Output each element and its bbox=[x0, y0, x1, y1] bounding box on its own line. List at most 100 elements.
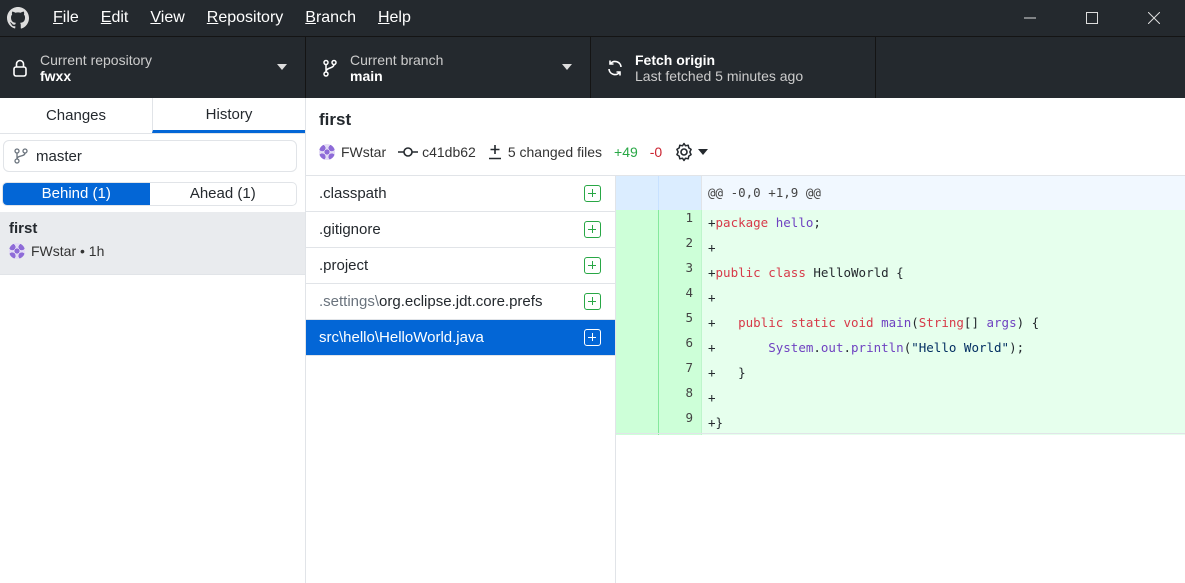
code-token: . bbox=[843, 340, 852, 355]
diff-icon bbox=[488, 144, 502, 160]
chevron-down-icon bbox=[277, 64, 287, 70]
code-token: + bbox=[708, 240, 716, 255]
fetch-origin-button[interactable]: Fetch origin Last fetched 5 minutes ago bbox=[591, 37, 876, 98]
branch-name: main bbox=[350, 67, 383, 84]
line-number[interactable]: 1 bbox=[659, 210, 702, 235]
close-button[interactable] bbox=[1123, 0, 1185, 36]
file-dir: src\hello\ bbox=[319, 329, 380, 346]
code-token: main bbox=[881, 315, 912, 330]
line-number[interactable]: 7 bbox=[659, 360, 702, 385]
sidebar: Changes History master Behind (1) Ahead … bbox=[0, 98, 306, 583]
file-item[interactable]: .project bbox=[306, 248, 615, 284]
diff-line: 7 + } bbox=[616, 360, 1185, 385]
additions-count: +49 bbox=[614, 144, 638, 160]
code-token: System bbox=[768, 340, 814, 355]
line-number[interactable]: 8 bbox=[659, 385, 702, 410]
code-token: String bbox=[918, 315, 964, 330]
maximize-button[interactable] bbox=[1061, 0, 1123, 36]
diff-settings-button[interactable] bbox=[674, 142, 709, 162]
current-repository-button[interactable]: Current repository fwxx bbox=[0, 37, 306, 98]
commit-list-item[interactable]: first FWstar • 1h bbox=[0, 212, 305, 275]
file-name: .gitignore bbox=[319, 221, 381, 238]
chevron-down-icon bbox=[698, 149, 709, 155]
code-token: + bbox=[708, 315, 739, 330]
code-token: out bbox=[820, 340, 844, 355]
commit-title: first bbox=[319, 110, 352, 129]
chevron-down-icon bbox=[562, 64, 572, 70]
file-added-icon bbox=[584, 257, 601, 274]
code-token: + bbox=[708, 290, 716, 305]
title-bar: File Edit View Repository Branch Help bbox=[0, 0, 1185, 36]
avatar bbox=[319, 144, 335, 160]
file-item[interactable]: src\hello\ HelloWorld.java bbox=[306, 320, 615, 356]
line-number[interactable]: 2 bbox=[659, 235, 702, 260]
diff-line: 8 + bbox=[616, 385, 1185, 410]
code-token: [] bbox=[963, 315, 987, 330]
file-item[interactable]: .settings\ org.eclipse.jdt.core.prefs bbox=[306, 284, 615, 320]
diff-line: 5 + public static void main(String[] args… bbox=[616, 310, 1185, 335]
current-branch-button[interactable]: Current branch main bbox=[306, 37, 591, 98]
menu-bar: File Edit View Repository Branch Help bbox=[42, 9, 422, 27]
code-token: ; bbox=[813, 215, 821, 230]
branch-icon bbox=[310, 59, 350, 77]
file-item[interactable]: .classpath bbox=[306, 176, 615, 212]
code-token: void bbox=[843, 315, 874, 330]
avatar bbox=[9, 243, 25, 259]
menu-branch[interactable]: Branch bbox=[305, 9, 356, 27]
hunk-header: @@ -0,0 +1,9 @@ bbox=[616, 176, 1185, 210]
menu-edit[interactable]: Edit bbox=[101, 9, 129, 27]
diff-line: 1 +package hello; bbox=[616, 210, 1185, 235]
menu-view[interactable]: View bbox=[150, 9, 184, 27]
changed-files-list: .classpath .gitignore .project .settings\ or… bbox=[306, 176, 616, 583]
file-name: .project bbox=[319, 257, 369, 274]
line-number[interactable]: 5 bbox=[659, 310, 702, 335]
file-added-icon bbox=[584, 185, 601, 202]
code-token: public bbox=[738, 315, 784, 330]
sync-icon bbox=[595, 59, 635, 77]
file-name: .classpath bbox=[319, 185, 387, 202]
diff-line: 9 +} bbox=[616, 410, 1185, 435]
tab-changes[interactable]: Changes bbox=[0, 98, 152, 133]
gear-icon bbox=[674, 142, 694, 162]
github-logo-icon bbox=[0, 0, 36, 36]
behind-ahead-toggle: Behind (1) Ahead (1) bbox=[2, 182, 297, 206]
code-token: ( bbox=[911, 315, 919, 330]
minimize-button[interactable] bbox=[999, 0, 1061, 36]
menu-help[interactable]: Help bbox=[378, 9, 411, 27]
line-number[interactable]: 6 bbox=[659, 335, 702, 360]
commit-sha[interactable]: c41db62 bbox=[422, 144, 476, 160]
code-token: +} bbox=[708, 415, 724, 430]
code-token: "Hello World" bbox=[911, 340, 1010, 355]
menu-repository[interactable]: Repository bbox=[207, 9, 283, 27]
deletions-count: -0 bbox=[649, 144, 663, 160]
behind-tab[interactable]: Behind (1) bbox=[3, 183, 150, 205]
diff-view: @@ -0,0 +1,9 @@ 1 +package hello; 2 +3 +publ… bbox=[616, 176, 1185, 435]
line-number[interactable]: 4 bbox=[659, 285, 702, 310]
last-fetched: Last fetched 5 minutes ago bbox=[635, 67, 804, 84]
commit-summary: first bbox=[9, 220, 38, 237]
code-token: + bbox=[708, 215, 716, 230]
code-token: + } bbox=[708, 365, 746, 380]
changed-files-count: 5 changed files bbox=[507, 144, 603, 160]
code-token: println bbox=[851, 340, 904, 355]
diff-line: 6 + System.out.println("Hello World"); bbox=[616, 335, 1185, 360]
commit-author: FWstar bbox=[341, 144, 387, 160]
tab-history[interactable]: History bbox=[152, 98, 305, 133]
toolbar: Current repository fwxx Current branch mai… bbox=[0, 36, 1185, 98]
menu-file[interactable]: File bbox=[53, 9, 79, 27]
fetch-label: Fetch origin bbox=[635, 51, 716, 68]
code-token: args bbox=[986, 315, 1017, 330]
line-number[interactable]: 9 bbox=[659, 410, 702, 435]
file-added-icon bbox=[584, 293, 601, 310]
line-number[interactable]: 3 bbox=[659, 260, 702, 285]
diff-line: 2 + bbox=[616, 235, 1185, 260]
commit-icon bbox=[398, 146, 419, 158]
diff-line: 3 +public class HelloWorld { bbox=[616, 260, 1185, 285]
branch-compare-input[interactable]: master bbox=[3, 140, 297, 172]
code-token: + bbox=[708, 340, 769, 355]
file-item[interactable]: .gitignore bbox=[306, 212, 615, 248]
ahead-tab[interactable]: Ahead (1) bbox=[150, 183, 297, 205]
